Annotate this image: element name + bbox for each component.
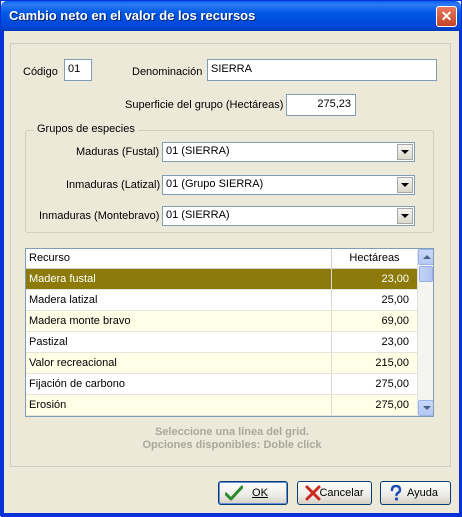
maduras-value: 01 (SIERRA) [166, 145, 230, 157]
close-icon: ✕ [440, 8, 453, 24]
inmaduras-latizal-label: Inmaduras (Latizal) [66, 179, 161, 191]
close-button[interactable]: ✕ [436, 6, 457, 27]
cell-recurso: Fijación de carbono [29, 378, 126, 390]
column-separator [331, 374, 332, 394]
table-row[interactable]: Fijación de carbono 275,00 [26, 374, 417, 395]
cancel-label: Cancelar [319, 487, 364, 499]
hint-line-2: Opciones disponibles: Doble click [142, 439, 322, 451]
codigo-label: Código [23, 66, 58, 78]
table-row[interactable]: Valor recreacional 215,00 [26, 353, 417, 374]
maduras-select[interactable]: 01 (SIERRA) [162, 142, 415, 162]
cell-hectareas: 69,00 [381, 315, 409, 327]
hint-line-1: Seleccione una línea del grid. [154, 426, 310, 438]
table-row[interactable]: Pastizal 23,00 [26, 332, 417, 353]
table-row[interactable]: Madera latizal 25,00 [26, 290, 417, 311]
codigo-field[interactable]: 01 [64, 59, 92, 81]
cell-recurso: Erosión [29, 399, 67, 411]
column-separator [331, 395, 332, 415]
help-label: Ayuda [407, 487, 438, 499]
denominacion-label: Denominación [132, 66, 203, 78]
cell-recurso: Pastizal [29, 336, 68, 348]
cell-hectareas: 275,00 [375, 399, 409, 411]
grid-header: Recurso Hectáreas [26, 249, 417, 269]
inmaduras-monte-select[interactable]: 01 (SIERRA) [162, 206, 415, 226]
cancel-button[interactable]: Cancelar [297, 481, 372, 505]
column-separator [331, 353, 332, 373]
ok-label: OK [252, 487, 268, 499]
cell-hectareas: 23,00 [381, 273, 409, 285]
table-row[interactable]: Madera fustal 23,00 [26, 269, 417, 290]
cell-hectareas: 23,00 [381, 336, 409, 348]
scroll-down-icon[interactable] [418, 400, 433, 416]
superficie-field[interactable]: 275,23 [286, 94, 356, 116]
chevron-down-icon[interactable] [397, 177, 413, 193]
cell-recurso: Madera fustal [29, 273, 96, 285]
recursos-grid[interactable]: Recurso Hectáreas Madera fustal 23,00 Made… [25, 248, 434, 417]
maduras-label: Maduras (Fustal) [76, 146, 160, 158]
scroll-thumb[interactable] [419, 266, 433, 282]
chevron-down-icon[interactable] [397, 208, 413, 224]
column-separator [331, 332, 332, 352]
cell-recurso: Valor recreacional [29, 357, 117, 369]
chevron-down-icon[interactable] [397, 144, 413, 160]
dialog-window: Cambio neto en el valor de los recursos … [0, 0, 462, 517]
column-header-recurso[interactable]: Recurso [26, 249, 332, 268]
table-row[interactable]: Madera monte bravo 69,00 [26, 311, 417, 332]
cell-recurso: Madera monte bravo [29, 315, 131, 327]
ok-button[interactable]: OK [218, 481, 288, 505]
frame-left [1, 31, 4, 517]
inmaduras-monte-label: Inmaduras (Montebravo) [39, 210, 160, 222]
cell-hectareas: 275,00 [375, 378, 409, 390]
help-button[interactable]: Ayuda [380, 481, 451, 505]
column-header-hectareas[interactable]: Hectáreas [332, 249, 417, 268]
column-separator [331, 269, 332, 289]
grupos-especies-title: Grupos de especies [34, 123, 138, 135]
frame-bottom [1, 513, 462, 517]
column-separator [331, 311, 332, 331]
title-bar[interactable]: Cambio neto en el valor de los recursos … [1, 1, 461, 31]
inmaduras-latizal-select[interactable]: 01 (Grupo SIERRA) [162, 175, 415, 195]
vertical-scrollbar[interactable] [417, 249, 433, 416]
denominacion-field[interactable]: SIERRA [207, 59, 437, 81]
column-separator [331, 290, 332, 310]
cell-hectareas: 25,00 [381, 294, 409, 306]
window-title: Cambio neto en el valor de los recursos [9, 8, 256, 23]
superficie-label: Superficie del grupo (Hectáreas) [125, 99, 284, 111]
cell-recurso: Madera latizal [29, 294, 98, 306]
scroll-up-icon[interactable] [418, 249, 433, 265]
inmaduras-monte-value: 01 (SIERRA) [166, 209, 230, 221]
table-row[interactable]: Erosión 275,00 [26, 395, 417, 416]
inmaduras-latizal-value: 01 (Grupo SIERRA) [166, 178, 264, 190]
cell-hectareas: 215,00 [375, 357, 409, 369]
